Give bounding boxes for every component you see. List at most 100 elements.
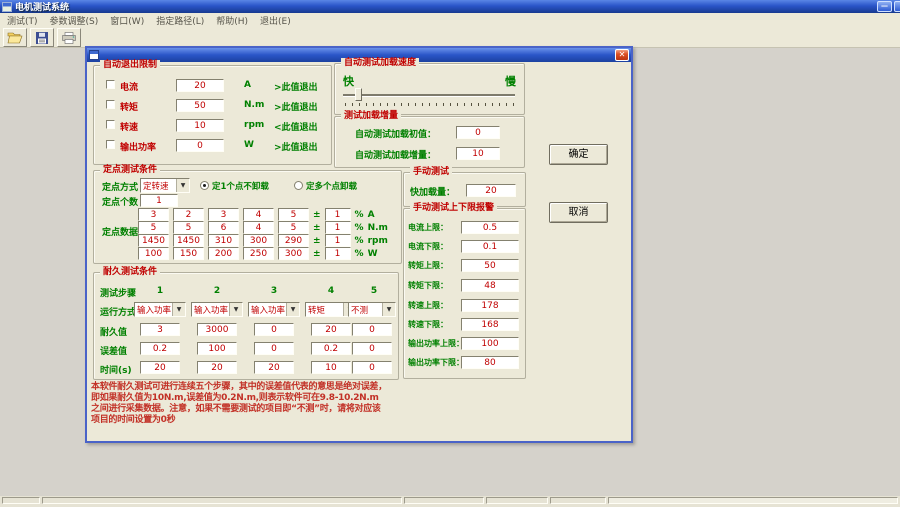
limit-row: 电流上限： [404, 221, 525, 235]
point-data-input[interactable] [138, 247, 169, 260]
endurance-value-input[interactable] [140, 323, 180, 336]
limit-row: 转矩上限： [404, 259, 525, 273]
point-count-input[interactable] [140, 194, 178, 207]
load-initial-input[interactable] [456, 126, 500, 139]
auto-exit-row: 输出功率 W >此值退出 [94, 138, 331, 152]
limit-input[interactable] [461, 356, 519, 369]
error-value-input[interactable] [311, 342, 351, 355]
time-input[interactable] [197, 361, 237, 374]
tolerance-input[interactable] [325, 208, 351, 221]
chevron-down-icon[interactable]: ▼ [229, 303, 242, 316]
torque-unit-label: N.m [244, 100, 264, 110]
open-file-button[interactable] [3, 28, 27, 47]
test-settings-dialog: ✕ 自动退出限制 电流 A >此值退出 转矩 N.m >此值退出 转速 [85, 46, 633, 443]
point-data-input[interactable] [173, 234, 204, 247]
menu-window[interactable]: 窗口(W) [106, 14, 152, 27]
multi-point-radio[interactable] [294, 181, 303, 190]
load-speed-slider-thumb[interactable] [355, 88, 362, 101]
current-limit-input[interactable] [176, 79, 224, 92]
endurance-value-input[interactable] [197, 323, 237, 336]
chevron-down-icon[interactable]: ▼ [286, 303, 299, 316]
cancel-button[interactable]: 取消 [549, 202, 608, 223]
power-exit-checkbox[interactable] [106, 140, 115, 149]
tolerance-input[interactable] [325, 234, 351, 247]
point-data-input[interactable] [243, 247, 274, 260]
point-data-input[interactable] [173, 247, 204, 260]
error-value-input[interactable] [352, 342, 392, 355]
single-point-radio[interactable] [200, 181, 209, 190]
run-mode-dropdown[interactable]: 输入功率 ▼ [191, 302, 243, 317]
ok-button[interactable]: 确定 [549, 144, 608, 165]
menu-path[interactable]: 指定路径(L) [152, 14, 212, 27]
limit-input[interactable] [461, 279, 519, 292]
load-speed-slider-ticks [345, 103, 515, 106]
endurance-note: 本软件耐久测试可进行连续五个步骤，其中的误差值代表的意思是绝对误差，即如果耐久值… [91, 382, 387, 426]
point-data-label: 定点数据 [102, 225, 138, 238]
point-data-input[interactable] [173, 221, 204, 234]
time-input[interactable] [254, 361, 294, 374]
point-data-input[interactable] [278, 221, 309, 234]
time-input[interactable] [140, 361, 180, 374]
close-icon[interactable]: ✕ [615, 49, 629, 61]
limit-input[interactable] [461, 240, 519, 253]
tolerance-input[interactable] [325, 221, 351, 234]
point-data-row: ± % W [138, 247, 378, 260]
endurance-value-input[interactable] [254, 323, 294, 336]
point-data-input[interactable] [278, 208, 309, 221]
limit-input[interactable] [461, 337, 519, 350]
fast-load-input[interactable] [466, 184, 516, 197]
minimize-button[interactable]: — [877, 1, 892, 12]
endurance-value-input[interactable] [352, 323, 392, 336]
limit-row: 输出功率上限： [404, 337, 525, 351]
point-data-input[interactable] [208, 208, 239, 221]
limit-input[interactable] [461, 259, 519, 272]
speed-limit-input[interactable] [176, 119, 224, 132]
load-speed-slider-track[interactable] [343, 94, 515, 96]
torque-exit-checkbox[interactable] [106, 100, 115, 109]
point-data-input[interactable] [173, 208, 204, 221]
run-mode-dropdown[interactable]: 输入功率 ▼ [134, 302, 186, 317]
menu-param-adjust[interactable]: 参数调整(S) [46, 14, 107, 27]
menu-test[interactable]: 测试(T) [3, 14, 46, 27]
point-data-input[interactable] [138, 221, 169, 234]
error-value-input[interactable] [140, 342, 180, 355]
speed-exit-checkbox[interactable] [106, 120, 115, 129]
print-button[interactable] [57, 28, 81, 47]
point-data-input[interactable] [138, 234, 169, 247]
point-data-input[interactable] [243, 221, 274, 234]
limit-input[interactable] [461, 318, 519, 331]
point-data-input[interactable] [208, 221, 239, 234]
time-input[interactable] [352, 361, 392, 374]
point-data-input[interactable] [278, 234, 309, 247]
chevron-down-icon[interactable]: ▼ [176, 179, 189, 192]
run-mode-dropdown[interactable]: 不测 ▼ [348, 302, 396, 317]
current-exit-checkbox[interactable] [106, 80, 115, 89]
fixed-point-mode-dropdown[interactable]: 定转速 ▼ [140, 178, 190, 193]
error-value-input[interactable] [254, 342, 294, 355]
point-data-input[interactable] [278, 247, 309, 260]
point-data-input[interactable] [243, 234, 274, 247]
limit-input[interactable] [461, 221, 519, 234]
load-speed-group: 自动测试加载速度 快 慢 [334, 63, 525, 115]
point-data-input[interactable] [138, 208, 169, 221]
point-data-input[interactable] [208, 247, 239, 260]
point-data-input[interactable] [243, 208, 274, 221]
tolerance-input[interactable] [325, 247, 351, 260]
menu-help[interactable]: 帮助(H) [212, 14, 256, 27]
error-value-input[interactable] [197, 342, 237, 355]
point-data-input[interactable] [208, 234, 239, 247]
auto-exit-row: 转矩 N.m >此值退出 [94, 98, 331, 112]
chevron-down-icon[interactable]: ▼ [172, 303, 185, 316]
torque-limit-input[interactable] [176, 99, 224, 112]
endurance-value-input[interactable] [311, 323, 351, 336]
save-button[interactable] [30, 28, 54, 47]
run-mode-dropdown[interactable]: 输入功率 ▼ [248, 302, 300, 317]
limit-input[interactable] [461, 299, 519, 312]
load-increment-input[interactable] [456, 147, 500, 160]
menu-exit[interactable]: 退出(E) [256, 14, 299, 27]
menu-bar: 测试(T) 参数调整(S) 窗口(W) 指定路径(L) 帮助(H) 退出(E) [0, 13, 900, 28]
time-input[interactable] [311, 361, 351, 374]
maximize-button[interactable] [894, 1, 900, 12]
chevron-down-icon[interactable]: ▼ [382, 303, 395, 316]
power-limit-input[interactable] [176, 139, 224, 152]
